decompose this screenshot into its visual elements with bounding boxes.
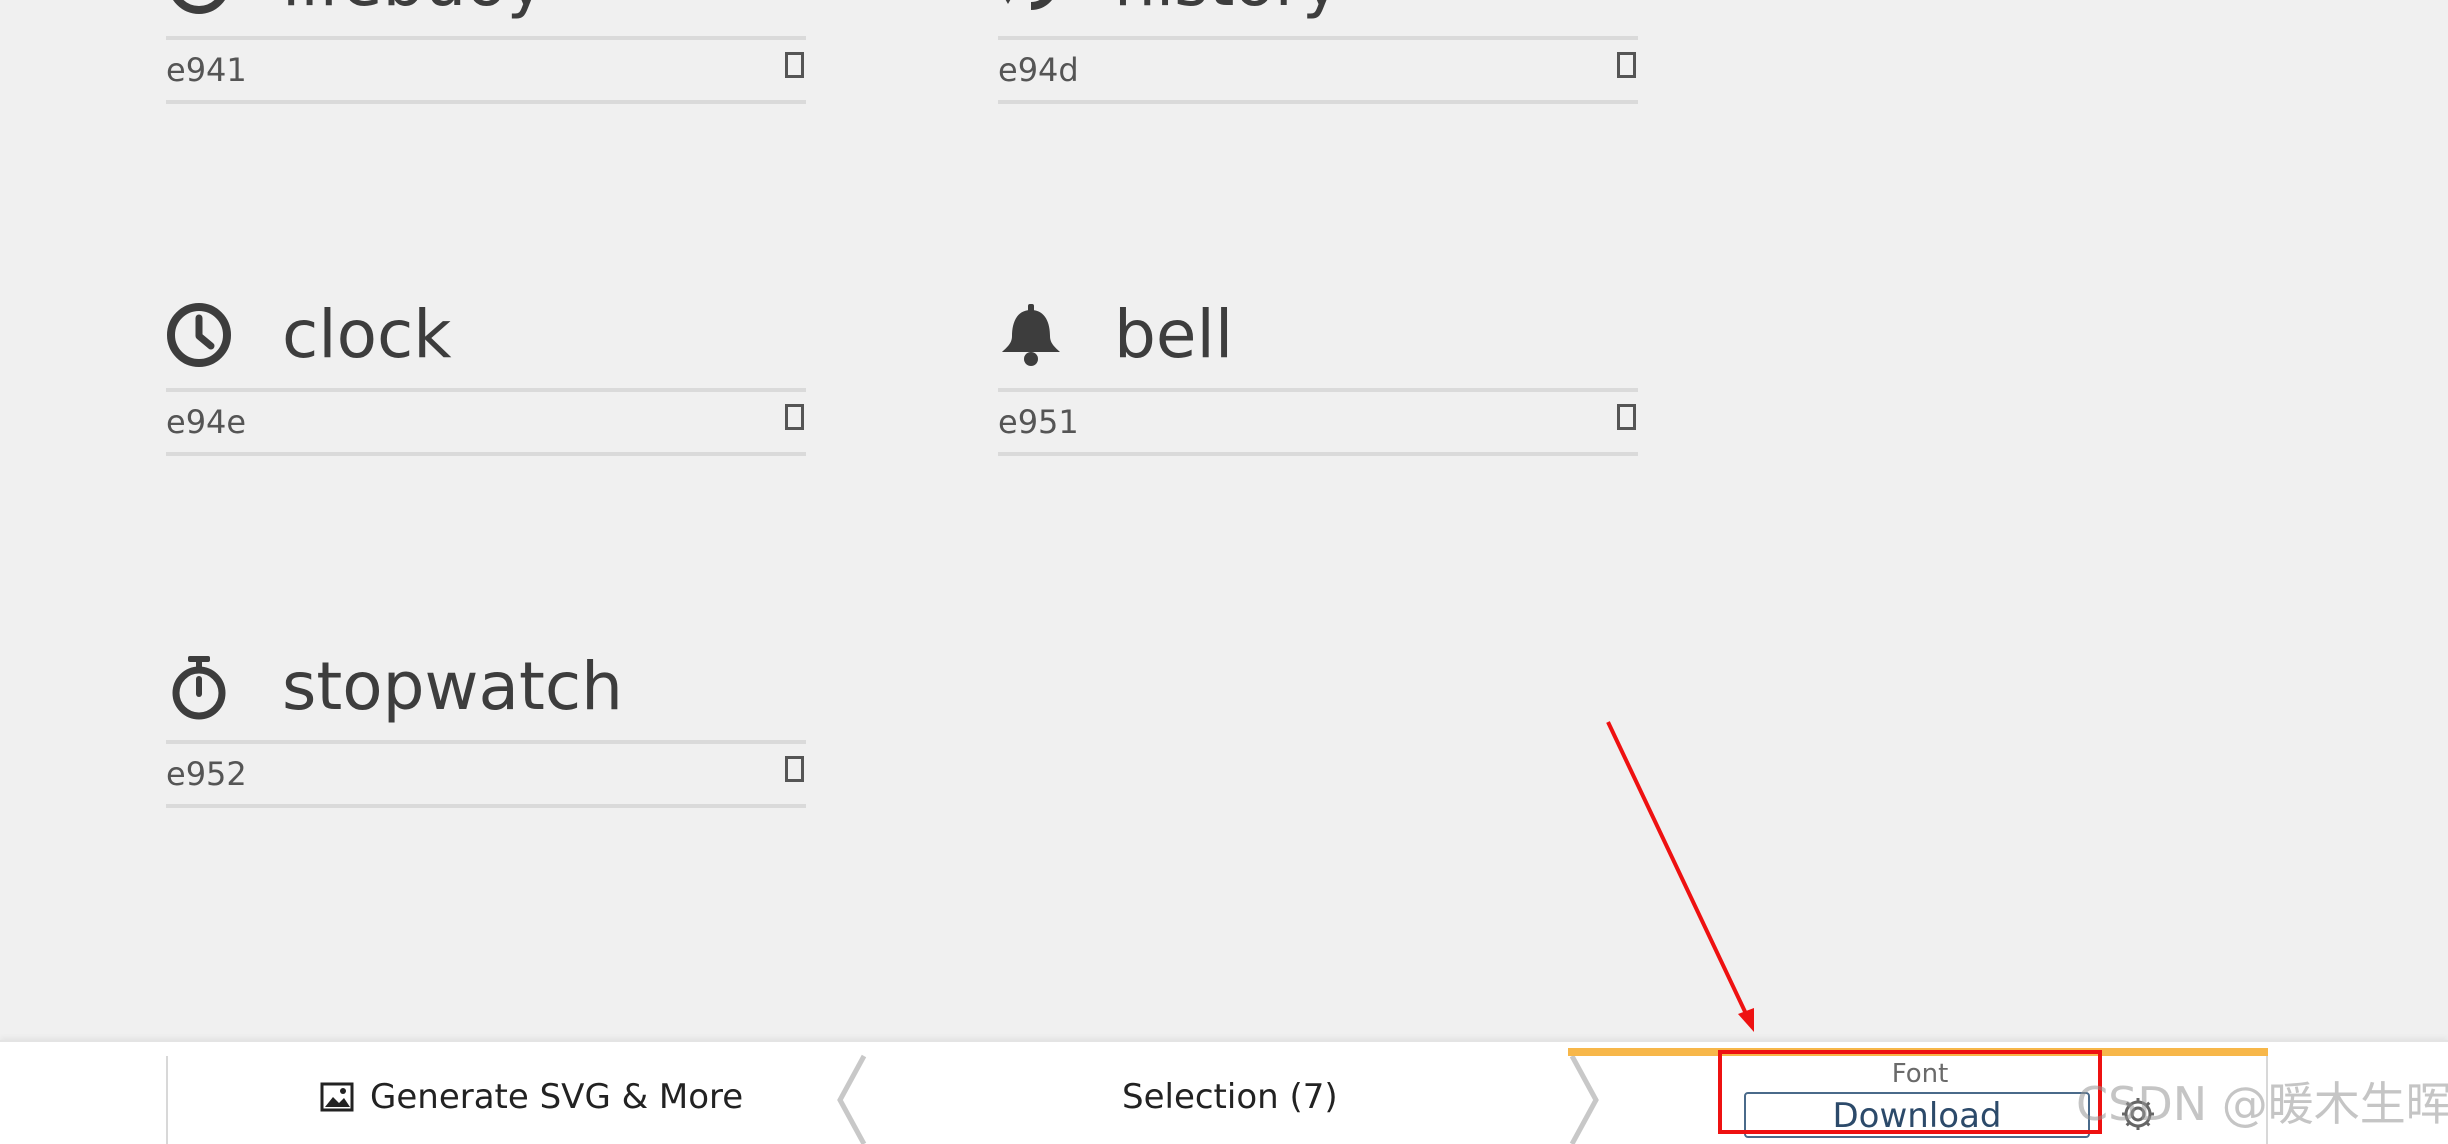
generate-svg-label: Generate SVG & More: [370, 1077, 744, 1117]
glyph-header: history: [998, 0, 1638, 36]
generate-svg-button[interactable]: Generate SVG & More: [320, 1072, 743, 1122]
bottom-toolbar: Generate SVG & More Selection (7) Font D…: [0, 1040, 2448, 1144]
glyph-name: clock: [282, 296, 452, 373]
glyph-char-box[interactable]: [1617, 404, 1636, 430]
glyph-code[interactable]: e951: [998, 392, 1079, 452]
download-button[interactable]: Download: [1744, 1092, 2090, 1138]
toolbar-divider: [2266, 1056, 2268, 1144]
glyph-header: lifebuoy: [166, 0, 806, 36]
annotation-arrow: [1606, 721, 1754, 1032]
glyph-char-box[interactable]: [785, 52, 804, 78]
glyph-name: history: [1114, 0, 1341, 28]
glyph-name: lifebuoy: [282, 0, 546, 28]
glyph-code-row: e952: [166, 740, 806, 808]
glyph-code[interactable]: e952: [166, 744, 247, 804]
chevron-right-icon: [1566, 1054, 1606, 1144]
glyph-code-row: e951: [998, 388, 1638, 456]
glyph-char-box[interactable]: [1617, 52, 1636, 78]
glyph-bell[interactable]: bell e951: [998, 278, 1638, 456]
bell-icon: [998, 302, 1064, 368]
glyph-code-row: e941: [166, 36, 806, 104]
gear-icon[interactable]: [2118, 1094, 2158, 1134]
selection-tab[interactable]: Selection (7): [1122, 1072, 1338, 1122]
clock-icon: [166, 302, 232, 368]
icomoon-page: lifebuoy e941 history e94d: [0, 0, 2448, 1144]
history-icon: [998, 0, 1064, 16]
glyph-char-box[interactable]: [785, 756, 804, 782]
glyph-code[interactable]: e941: [166, 40, 247, 100]
image-icon: [320, 1082, 354, 1112]
glyph-header: bell: [998, 278, 1638, 388]
glyph-header: stopwatch: [166, 630, 806, 740]
glyph-code[interactable]: e94e: [166, 392, 246, 452]
glyph-stopwatch[interactable]: stopwatch e952: [166, 630, 806, 808]
stopwatch-icon: [166, 654, 232, 720]
glyph-name: bell: [1114, 296, 1234, 373]
glyph-clock[interactable]: clock e94e: [166, 278, 806, 456]
glyph-code[interactable]: e94d: [998, 40, 1079, 100]
lifebuoy-icon: [166, 0, 232, 16]
glyph-header: clock: [166, 278, 806, 388]
active-tab-indicator: [1568, 1048, 2268, 1056]
glyph-name: stopwatch: [282, 648, 623, 725]
toolbar-divider: [166, 1056, 168, 1144]
glyph-char-box[interactable]: [785, 404, 804, 430]
glyph-code-row: e94e: [166, 388, 806, 456]
font-tab-label: Font: [1891, 1059, 1949, 1089]
glyph-code-row: e94d: [998, 36, 1638, 104]
glyph-history[interactable]: history e94d: [998, 0, 1638, 104]
glyph-lifebuoy[interactable]: lifebuoy e941: [166, 0, 806, 104]
chevron-left-icon: [834, 1054, 874, 1144]
